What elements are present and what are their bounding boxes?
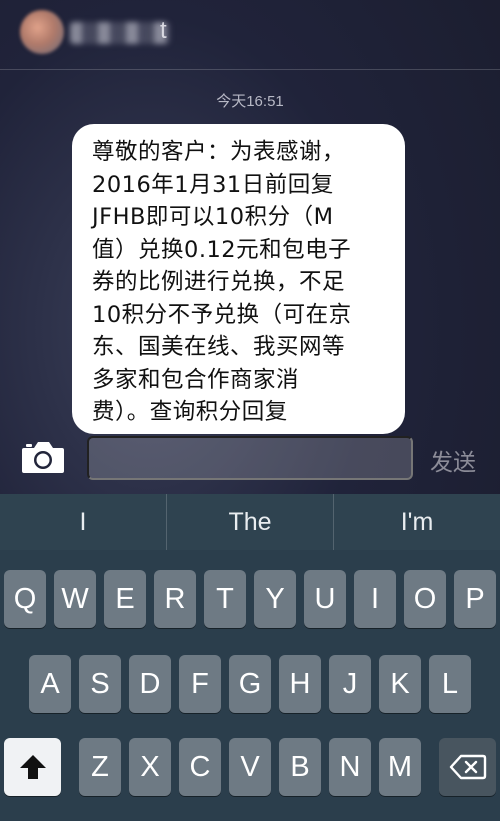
message-input[interactable] xyxy=(87,436,413,480)
shift-icon xyxy=(19,755,46,779)
key-k[interactable]: K xyxy=(379,655,421,713)
key-l[interactable]: L xyxy=(429,655,471,713)
key-g[interactable]: G xyxy=(229,655,271,713)
key-p[interactable]: P xyxy=(454,570,496,628)
key-t[interactable]: T xyxy=(204,570,246,628)
key-n[interactable]: N xyxy=(329,738,371,796)
suggestion[interactable]: I xyxy=(0,494,167,550)
key-u[interactable]: U xyxy=(304,570,346,628)
key-j[interactable]: J xyxy=(329,655,371,713)
key-m[interactable]: M xyxy=(379,738,421,796)
key-c[interactable]: C xyxy=(179,738,221,796)
keyboard: I The I'm Q W E R T Y U I O P A S D F G … xyxy=(0,494,500,821)
contact-name-redaction xyxy=(70,22,170,44)
key-x[interactable]: X xyxy=(129,738,171,796)
key-f[interactable]: F xyxy=(179,655,221,713)
suggestion-bar: I The I'm xyxy=(0,494,500,550)
key-a[interactable]: A xyxy=(29,655,71,713)
message-text: 尊敬的客户：为表感谢， 2016年1月31日前回复 JFHB即可以10积分（M … xyxy=(92,139,352,425)
message-bubble[interactable]: 尊敬的客户：为表感谢， 2016年1月31日前回复 JFHB即可以10积分（M … xyxy=(72,124,405,434)
suggestion[interactable]: The xyxy=(167,494,334,550)
key-q[interactable]: Q xyxy=(4,570,46,628)
key-d[interactable]: D xyxy=(129,655,171,713)
key-y[interactable]: Y xyxy=(254,570,296,628)
key-w[interactable]: W xyxy=(54,570,96,628)
key-b[interactable]: B xyxy=(279,738,321,796)
key-r[interactable]: R xyxy=(154,570,196,628)
conversation-header: t xyxy=(0,0,500,70)
message-timestamp: 今天16:51 xyxy=(216,93,284,110)
contact-name[interactable]: t xyxy=(160,17,167,45)
key-i[interactable]: I xyxy=(354,570,396,628)
key-o[interactable]: O xyxy=(404,570,446,628)
send-button[interactable]: 发送 xyxy=(430,443,476,477)
contact-avatar[interactable] xyxy=(20,10,64,54)
key-e[interactable]: E xyxy=(104,570,146,628)
backspace-icon xyxy=(449,754,486,780)
key-v[interactable]: V xyxy=(229,738,271,796)
key-h[interactable]: H xyxy=(279,655,321,713)
key-z[interactable]: Z xyxy=(79,738,121,796)
shift-key[interactable] xyxy=(4,738,61,796)
key-s[interactable]: S xyxy=(79,655,121,713)
backspace-key[interactable] xyxy=(439,738,496,796)
camera-icon xyxy=(22,442,64,473)
suggestion[interactable]: I'm xyxy=(334,494,500,550)
camera-button[interactable] xyxy=(20,438,66,476)
